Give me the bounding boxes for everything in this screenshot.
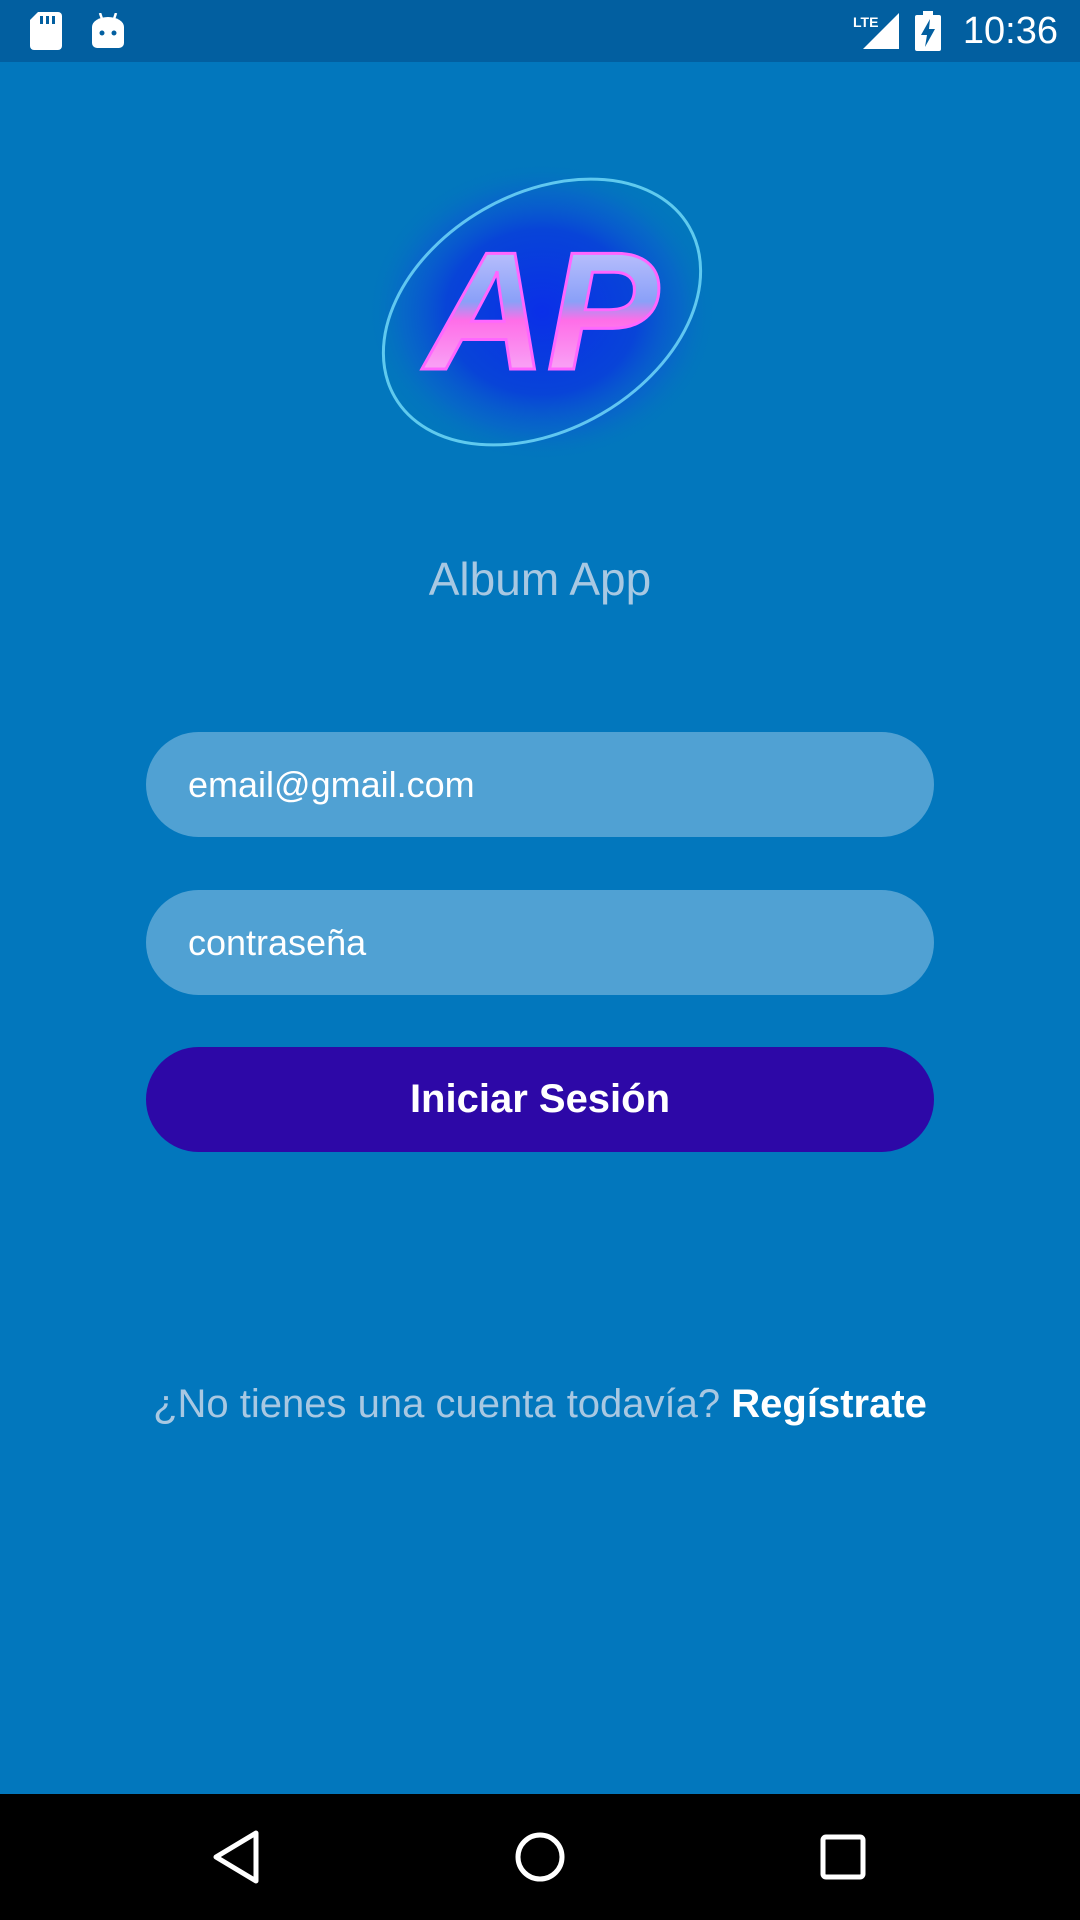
lte-signal-icon: LTE <box>851 11 901 51</box>
status-left <box>30 12 124 50</box>
app-logo: AP <box>360 147 725 477</box>
navigation-bar <box>0 1794 1080 1920</box>
back-button[interactable] <box>203 1824 269 1890</box>
recents-icon <box>820 1834 866 1880</box>
status-right: LTE 10:36 <box>851 10 1058 53</box>
register-prompt-line: ¿No tienes una cuenta todavía? Regístrat… <box>0 1382 1080 1427</box>
status-clock: 10:36 <box>962 9 1058 52</box>
login-button[interactable]: Iniciar Sesión <box>146 1047 934 1152</box>
password-input[interactable] <box>188 921 934 964</box>
logo-text: AP <box>421 217 659 405</box>
status-bar: LTE 10:36 <box>0 0 1080 62</box>
login-screen: AP Album App Iniciar Sesión ¿No tienes u… <box>0 62 1080 1794</box>
recents-button[interactable] <box>810 1824 876 1890</box>
password-field[interactable] <box>146 890 934 995</box>
register-link[interactable]: Regístrate <box>731 1382 927 1426</box>
android-icon <box>92 13 124 49</box>
app-title: Album App <box>428 553 652 605</box>
register-prompt-text: ¿No tienes una cuenta todavía? <box>153 1382 721 1426</box>
back-icon <box>213 1830 259 1884</box>
network-type-label: LTE <box>853 14 878 30</box>
home-icon <box>515 1832 565 1882</box>
home-button[interactable] <box>507 1824 573 1890</box>
email-input[interactable] <box>188 763 934 806</box>
email-field[interactable] <box>146 732 934 837</box>
battery-charging-icon <box>914 11 941 51</box>
sd-card-icon <box>30 12 62 50</box>
